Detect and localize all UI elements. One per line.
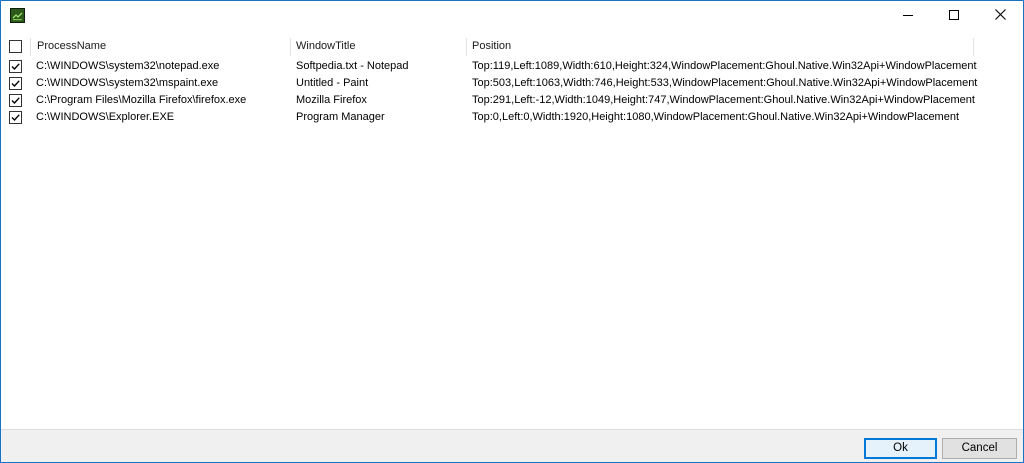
ok-button[interactable]: Ok <box>864 438 937 459</box>
row-checkbox[interactable] <box>9 111 22 124</box>
select-all-checkbox[interactable] <box>9 40 22 53</box>
cell-position: Top:119,Left:1089,Width:610,Height:324,W… <box>472 60 977 72</box>
terminal-app-icon <box>10 8 25 23</box>
checkmark-icon <box>11 97 20 105</box>
table-row[interactable]: C:\Program Files\Mozilla Firefox\firefox… <box>1 92 1023 109</box>
process-list[interactable]: ProcessName WindowTitle Position C:\WIND… <box>1 32 1023 429</box>
cancel-button[interactable]: Cancel <box>942 438 1017 459</box>
cell-position: Top:503,Left:1063,Width:746,Height:533,W… <box>472 77 978 89</box>
row-checkbox[interactable] <box>9 60 22 73</box>
cell-window-title: Mozilla Firefox <box>296 94 367 106</box>
table-row[interactable]: C:\WINDOWS\Explorer.EXE Program Manager … <box>1 109 1023 126</box>
checkmark-icon <box>11 63 20 71</box>
cell-process-name: C:\WINDOWS\system32\notepad.exe <box>36 60 220 72</box>
row-checkbox[interactable] <box>9 94 22 107</box>
minimize-icon <box>903 10 913 23</box>
table-row[interactable]: C:\WINDOWS\system32\mspaint.exe Untitled… <box>1 75 1023 92</box>
maximize-icon <box>949 9 959 23</box>
list-header: ProcessName WindowTitle Position <box>1 35 1023 57</box>
close-icon <box>994 9 1006 23</box>
main-window: ProcessName WindowTitle Position C:\WIND… <box>0 0 1024 463</box>
close-button[interactable] <box>977 1 1023 31</box>
cell-process-name: C:\WINDOWS\system32\mspaint.exe <box>36 77 219 89</box>
table-row[interactable]: C:\WINDOWS\system32\notepad.exe Softpedi… <box>1 58 1023 75</box>
cell-position: Top:291,Left:-12,Width:1049,Height:747,W… <box>472 94 975 106</box>
column-divider <box>973 38 974 56</box>
minimize-button[interactable] <box>885 1 931 31</box>
cell-window-title: Untitled - Paint <box>296 77 369 89</box>
button-bar: Ok Cancel <box>1 429 1023 462</box>
cell-process-name: C:\WINDOWS\Explorer.EXE <box>36 111 175 123</box>
title-bar[interactable] <box>1 1 1023 31</box>
cell-window-title: Program Manager <box>296 111 385 123</box>
column-header-process-name[interactable]: ProcessName <box>31 35 290 57</box>
checkmark-icon <box>11 114 20 122</box>
cell-process-name: C:\Program Files\Mozilla Firefox\firefox… <box>36 94 247 106</box>
column-header-position[interactable]: Position <box>466 35 973 57</box>
row-checkbox[interactable] <box>9 77 22 90</box>
cell-window-title: Softpedia.txt - Notepad <box>296 60 409 72</box>
cell-position: Top:0,Left:0,Width:1920,Height:1080,Wind… <box>472 111 960 123</box>
maximize-button[interactable] <box>931 1 977 31</box>
checkmark-icon <box>11 80 20 88</box>
column-header-window-title[interactable]: WindowTitle <box>290 35 466 57</box>
